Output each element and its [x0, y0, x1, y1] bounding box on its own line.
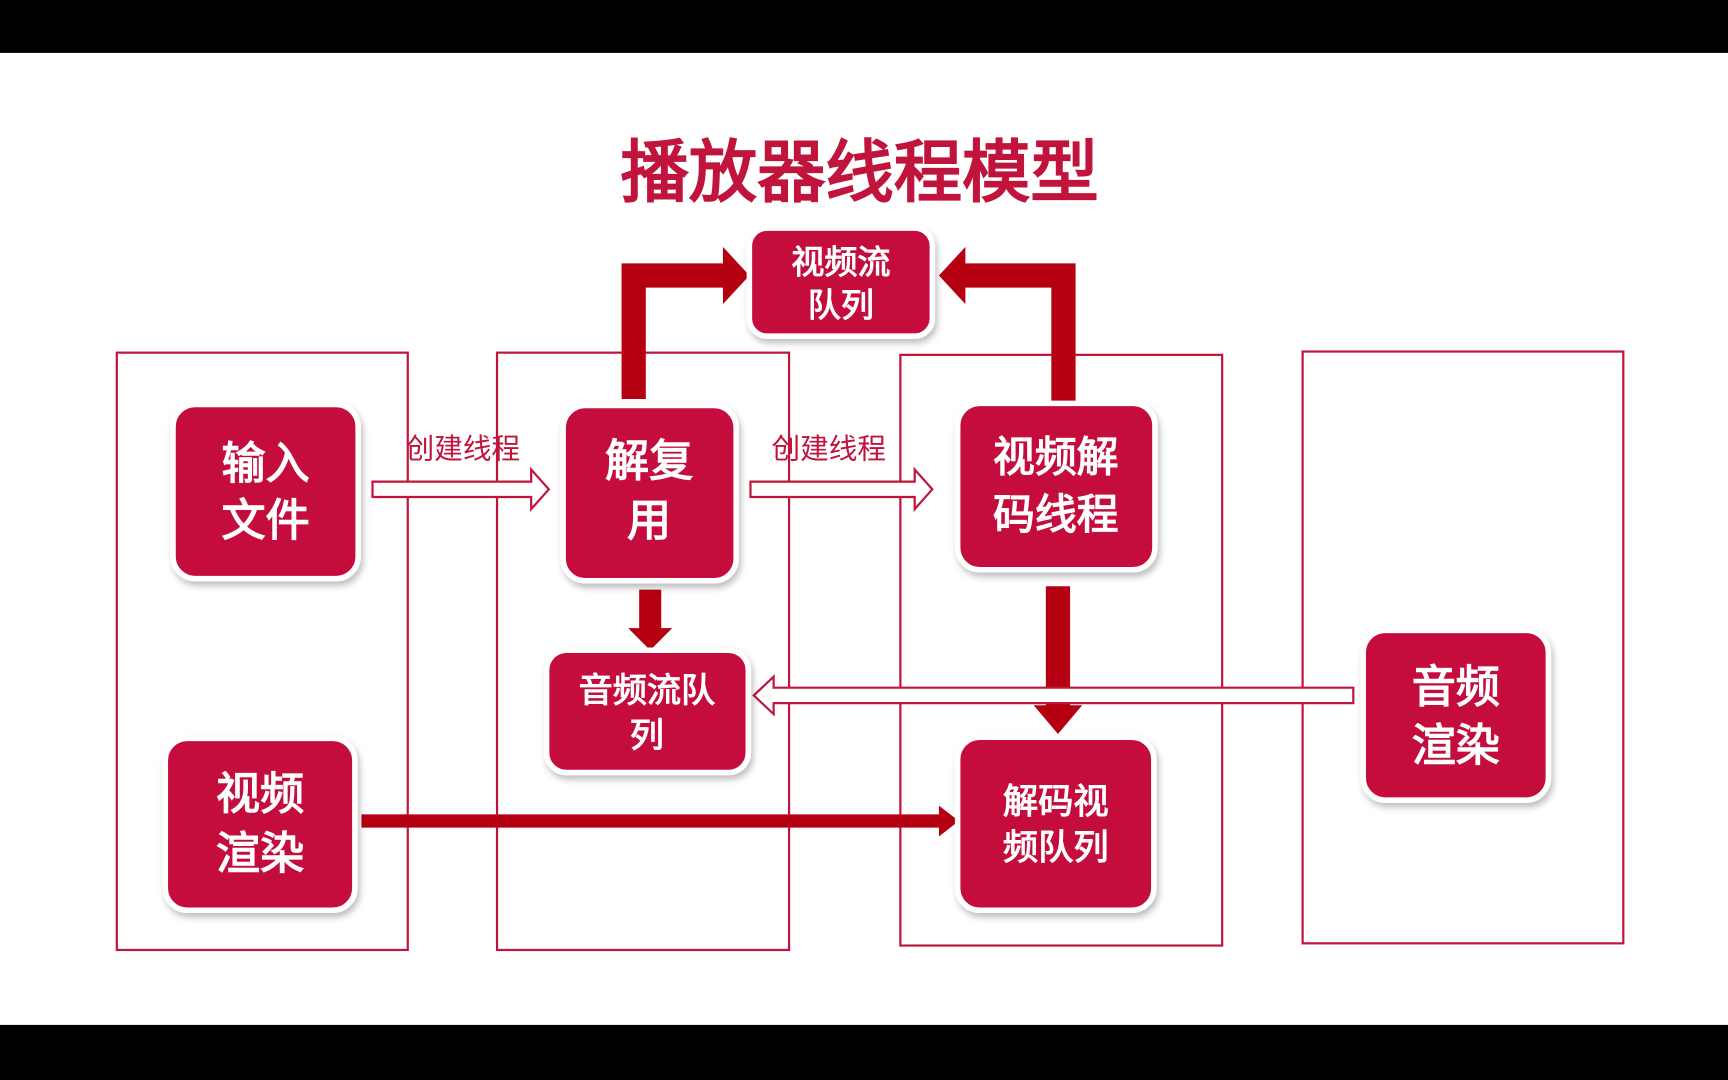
svg-text:文件: 文件 [222, 496, 310, 547]
svg-text:视频: 视频 [216, 769, 304, 820]
svg-text:音频流队: 音频流队 [579, 671, 716, 711]
box-video-stream-queue: 视频流 队列 [746, 225, 936, 339]
svg-text:码线程: 码线程 [993, 490, 1119, 539]
svg-text:队列: 队列 [808, 285, 874, 324]
svg-text:列: 列 [630, 716, 664, 756]
svg-text:视频解: 视频解 [993, 433, 1119, 482]
diagram: 播放器线程模型 创建线程 创建线程 输入 文件 解复用 视频流 队列 视频解 码… [0, 52, 1728, 1025]
box-audio-stream-queue: 音频流队 列 [543, 647, 752, 776]
box-decoded-video-queue: 解码视 频队列 [954, 734, 1157, 914]
box-audio-render: 音频 渲染 [1360, 627, 1552, 803]
svg-text:渲染: 渲染 [1412, 720, 1500, 771]
svg-text:音频: 音频 [1412, 662, 1500, 713]
box-video-decode-thread: 视频解 码线程 [954, 400, 1158, 573]
box-video-render: 视频 渲染 [162, 735, 358, 914]
page-title: 播放器线程模型 [620, 134, 1098, 213]
create-thread-label-2: 创建线程 [771, 431, 886, 465]
demux-label: 解复用 [605, 436, 694, 547]
box-demux: 解复用 [560, 402, 739, 584]
svg-text:渲染: 渲染 [216, 828, 304, 879]
create-thread-label-1: 创建线程 [406, 431, 521, 465]
svg-text:频队列: 频队列 [1003, 828, 1109, 869]
box-input-file: 输入 文件 [170, 401, 361, 582]
svg-text:视频流: 视频流 [791, 242, 890, 281]
svg-text:解码视: 解码视 [1003, 781, 1109, 822]
svg-text:输入: 输入 [222, 438, 310, 489]
